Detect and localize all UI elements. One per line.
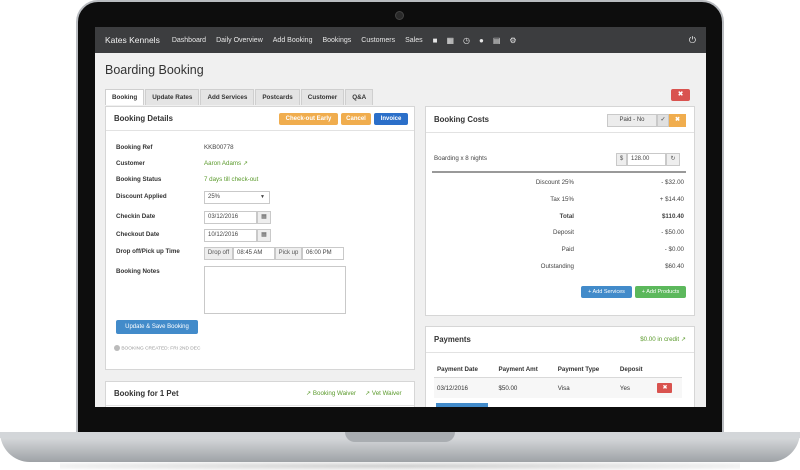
tab-postcards[interactable]: Postcards — [255, 89, 300, 105]
col-deposit: Deposit — [616, 362, 655, 378]
nav-sales[interactable]: Sales — [405, 37, 423, 44]
drop-off-time-input[interactable]: 08:45 AM — [233, 247, 275, 260]
notes-label: Booking Notes — [116, 268, 160, 275]
currency-addon: $ — [616, 153, 627, 166]
nav-daily-overview[interactable]: Daily Overview — [216, 37, 263, 44]
page-title: Boarding Booking — [105, 63, 204, 77]
payments-panel: Payments $0.00 in credit ↗ Payment Date … — [425, 326, 695, 407]
col-payment-date: Payment Date — [434, 362, 496, 378]
checkin-label: Checkin Date — [116, 213, 156, 220]
nav-customers[interactable]: Customers — [361, 37, 395, 44]
note-icon[interactable]: ■ — [433, 36, 438, 45]
pick-up-addon: Pick up — [275, 247, 302, 260]
booking-ref-value: KKB00778 — [204, 144, 234, 151]
cost-row-tax: Tax 15% + $14.40 — [550, 196, 684, 203]
plus-icon: + — [641, 289, 645, 295]
booking-details-panel: Booking Details Check-out Early Cancel I… — [105, 106, 415, 370]
tab-update-rates[interactable]: Update Rates — [145, 89, 200, 105]
add-services-button[interactable]: + Add Services — [581, 286, 632, 298]
calendar-icon[interactable]: ▦ — [446, 36, 454, 45]
booking-costs-panel: Booking Costs Paid - No ✓ ✖ Boarding x 8… — [425, 106, 695, 316]
payments-table: Payment Date Payment Amt Payment Type De… — [434, 362, 682, 398]
nav-add-booking[interactable]: Add Booking — [273, 37, 313, 44]
cancel-button[interactable]: Cancel — [341, 113, 371, 125]
pick-up-time-input[interactable]: 06:00 PM — [302, 247, 344, 260]
refresh-icon[interactable]: ↻ — [666, 153, 680, 166]
pets-panel: Booking for 1 Pet ↗ Booking Waiver ↗ Vet… — [105, 381, 415, 407]
drop-pickup-label: Drop off/Pick up Time — [116, 248, 180, 255]
booking-details-heading: Booking Details — [114, 114, 173, 123]
laptop-frame: Kates Kennels Dashboard Daily Overview A… — [0, 0, 800, 470]
table-row: 03/12/2016 $50.00 Visa Yes ✖ — [434, 377, 682, 398]
top-navbar: Kates Kennels Dashboard Daily Overview A… — [95, 27, 706, 53]
tab-customer[interactable]: Customer — [300, 89, 345, 105]
cost-row-paid: Paid - $0.00 — [561, 246, 684, 253]
external-link-icon: ↗ — [242, 160, 249, 167]
cost-row-outstanding: Outstanding $60.40 — [540, 263, 684, 270]
close-icon[interactable]: ✖ — [669, 114, 686, 127]
invoice-button[interactable]: Invoice — [374, 113, 408, 125]
notes-textarea[interactable] — [204, 266, 346, 314]
booking-ref-label: Booking Ref — [116, 144, 153, 151]
discount-label: Discount Applied — [116, 193, 167, 200]
paw-icon[interactable]: ● — [479, 36, 484, 45]
delete-payment-button[interactable]: ✖ — [657, 383, 673, 393]
calendar-icon[interactable]: ▦ — [257, 229, 271, 242]
add-payment-button[interactable] — [436, 403, 488, 407]
cogs-icon[interactable]: ⚙ — [509, 36, 516, 45]
booking-tabs: Booking Update Rates Add Services Postca… — [105, 89, 374, 105]
cost-row-discount: Discount 25% - $32.00 — [535, 179, 684, 186]
col-payment-type: Payment Type — [554, 362, 617, 378]
boarding-price-input[interactable]: 128.00 — [627, 153, 666, 166]
external-link-icon: ↗ — [680, 336, 686, 343]
checkout-label: Checkout Date — [116, 231, 160, 238]
booking-waiver-link[interactable]: ↗ Booking Waiver — [306, 390, 356, 397]
erase-button[interactable]: ✖ — [671, 89, 690, 101]
power-icon[interactable]: ⏻ — [689, 35, 696, 46]
add-products-button[interactable]: + Add Products — [635, 286, 686, 298]
check-icon[interactable]: ✓ — [657, 114, 669, 127]
camera-icon — [395, 11, 404, 20]
caret-down-icon: ▼ — [260, 194, 265, 200]
vet-waiver-link[interactable]: ↗ Vet Waiver — [365, 390, 402, 397]
customer-label: Customer — [116, 160, 145, 167]
credit-link[interactable]: $0.00 in credit ↗ — [640, 336, 686, 343]
nav-dashboard[interactable]: Dashboard — [172, 37, 206, 44]
discount-select[interactable]: 25% ▼ — [204, 191, 270, 204]
payments-heading: Payments — [434, 335, 471, 344]
tab-add-services[interactable]: Add Services — [200, 89, 255, 105]
customer-link[interactable]: Aaron Adams ↗ — [204, 160, 248, 167]
drop-off-addon: Drop off — [204, 247, 233, 260]
paid-status-toggle[interactable]: Paid - No — [607, 114, 657, 127]
laptop-notch — [345, 432, 455, 442]
info-icon — [114, 345, 120, 351]
tab-qa[interactable]: Q&A — [345, 89, 374, 105]
bar-chart-icon[interactable]: ▤ — [493, 36, 501, 45]
calendar-icon[interactable]: ▦ — [257, 211, 271, 224]
status-label: Booking Status — [116, 176, 162, 183]
plus-icon: + — [588, 289, 592, 295]
created-note: BOOKING CREATED: FRI 2ND DEC — [114, 345, 200, 351]
clock-icon[interactable]: ◷ — [463, 36, 470, 45]
cost-row-deposit: Deposit - $50.00 — [553, 229, 684, 236]
checkout-input[interactable]: 10/12/2016 — [204, 229, 257, 242]
nav-bookings[interactable]: Bookings — [322, 37, 351, 44]
boarding-line-label: Boarding x 8 nights — [434, 155, 487, 162]
status-value: 7 days till check-out — [204, 176, 259, 183]
checkout-early-button[interactable]: Check-out Early — [279, 113, 338, 125]
app-screen: Kates Kennels Dashboard Daily Overview A… — [95, 27, 706, 407]
update-save-button[interactable]: Update & Save Booking — [116, 320, 198, 334]
col-payment-amt: Payment Amt — [495, 362, 555, 378]
pets-heading: Booking for 1 Pet — [114, 389, 179, 398]
tab-booking[interactable]: Booking — [105, 89, 145, 105]
brand-logo[interactable]: Kates Kennels — [105, 35, 160, 45]
cost-row-total: Total $110.40 — [559, 213, 684, 220]
checkin-input[interactable]: 03/12/2016 — [204, 211, 257, 224]
booking-costs-heading: Booking Costs — [434, 115, 490, 124]
